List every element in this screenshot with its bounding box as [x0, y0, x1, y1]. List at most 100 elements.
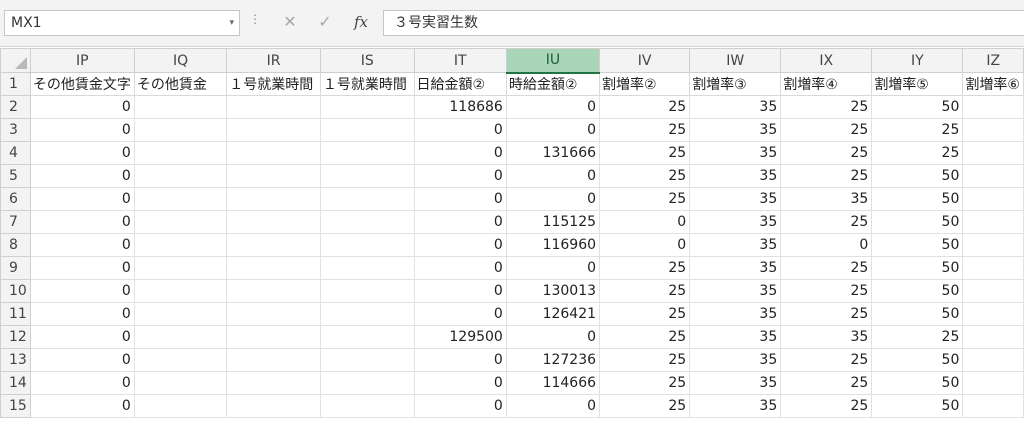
data-cell[interactable]	[319, 233, 415, 257]
row-header[interactable]: 5	[0, 164, 31, 188]
data-cell[interactable]	[226, 394, 321, 418]
data-cell[interactable]	[319, 164, 415, 188]
data-cell[interactable]: 0	[29, 325, 135, 349]
row-header[interactable]: 4	[0, 141, 31, 165]
column-header-iq[interactable]: IQ	[133, 48, 228, 73]
data-cell[interactable]	[319, 394, 415, 418]
data-cell[interactable]	[133, 256, 228, 280]
row-header[interactable]: 10	[0, 279, 31, 303]
data-cell[interactable]	[319, 256, 415, 280]
data-cell[interactable]: 0	[413, 371, 507, 395]
data-cell[interactable]: 0	[413, 233, 507, 257]
data-cell[interactable]: 25	[780, 164, 873, 188]
data-cell[interactable]: 0	[29, 394, 135, 418]
data-cell[interactable]	[962, 302, 1024, 326]
data-cell[interactable]: 0	[505, 118, 601, 142]
header-cell[interactable]: 割増率③	[689, 72, 782, 96]
data-cell[interactable]: 25	[599, 256, 691, 280]
data-cell[interactable]	[319, 141, 415, 165]
row-header[interactable]: 3	[0, 118, 31, 142]
formula-input[interactable]: ３号実習生数	[383, 10, 1024, 36]
data-cell[interactable]: 50	[871, 371, 964, 395]
data-cell[interactable]: 25	[599, 95, 691, 119]
data-cell[interactable]: 0	[29, 256, 135, 280]
data-cell[interactable]: 0	[505, 394, 601, 418]
data-cell[interactable]	[133, 141, 228, 165]
data-cell[interactable]: 25	[780, 256, 873, 280]
data-cell[interactable]: 25	[871, 325, 964, 349]
data-cell[interactable]: 0	[413, 302, 507, 326]
data-cell[interactable]: 35	[689, 141, 782, 165]
data-cell[interactable]: 50	[871, 256, 964, 280]
data-cell[interactable]	[226, 187, 321, 211]
row-header[interactable]: 12	[0, 325, 31, 349]
data-cell[interactable]: 131666	[505, 141, 601, 165]
row-header[interactable]: 2	[0, 95, 31, 119]
header-cell[interactable]: その他賃金	[133, 72, 228, 96]
data-cell[interactable]: 25	[871, 118, 964, 142]
row-header[interactable]: 11	[0, 302, 31, 326]
data-cell[interactable]: 35	[689, 394, 782, 418]
header-cell[interactable]: １号就業時間	[226, 72, 321, 96]
data-cell[interactable]: 25	[599, 187, 691, 211]
data-cell[interactable]: 0	[29, 118, 135, 142]
column-header-iv[interactable]: IV	[599, 48, 691, 73]
data-cell[interactable]: 0	[599, 210, 691, 234]
header-cell[interactable]: 時給金額②	[505, 72, 601, 96]
data-cell[interactable]: 35	[689, 95, 782, 119]
data-cell[interactable]	[319, 279, 415, 303]
data-cell[interactable]: 25	[780, 95, 873, 119]
column-header-iy[interactable]: IY	[871, 48, 964, 73]
data-cell[interactable]	[226, 95, 321, 119]
data-cell[interactable]: 50	[871, 348, 964, 372]
data-cell[interactable]	[962, 325, 1024, 349]
data-cell[interactable]	[962, 95, 1024, 119]
data-cell[interactable]	[962, 348, 1024, 372]
data-cell[interactable]: 25	[780, 141, 873, 165]
data-cell[interactable]	[133, 210, 228, 234]
data-cell[interactable]: 0	[413, 279, 507, 303]
row-header[interactable]: 13	[0, 348, 31, 372]
data-cell[interactable]: 0	[505, 256, 601, 280]
data-cell[interactable]: 25	[780, 279, 873, 303]
data-cell[interactable]: 0	[413, 394, 507, 418]
data-cell[interactable]: 35	[689, 233, 782, 257]
header-cell[interactable]: １号就業時間	[319, 72, 415, 96]
name-box-dropdown-icon[interactable]: ▾	[229, 11, 234, 35]
data-cell[interactable]: 50	[871, 279, 964, 303]
data-cell[interactable]: 0	[413, 141, 507, 165]
data-cell[interactable]: 25	[599, 118, 691, 142]
data-cell[interactable]	[962, 118, 1024, 142]
data-cell[interactable]: 25	[780, 348, 873, 372]
cancel-icon[interactable]: ✕	[279, 11, 301, 33]
row-header[interactable]: 9	[0, 256, 31, 280]
data-cell[interactable]	[319, 325, 415, 349]
data-cell[interactable]: 0	[505, 187, 601, 211]
header-cell[interactable]: 日給金額②	[413, 72, 507, 96]
data-cell[interactable]	[962, 371, 1024, 395]
data-cell[interactable]: 0	[29, 233, 135, 257]
data-cell[interactable]: 25	[599, 302, 691, 326]
data-cell[interactable]: 35	[689, 210, 782, 234]
data-cell[interactable]	[133, 164, 228, 188]
data-cell[interactable]	[133, 325, 228, 349]
data-cell[interactable]: 130013	[505, 279, 601, 303]
row-header[interactable]: 6	[0, 187, 31, 211]
select-all-button[interactable]	[0, 48, 31, 73]
data-cell[interactable]: 0	[599, 233, 691, 257]
data-cell[interactable]	[226, 141, 321, 165]
data-cell[interactable]	[133, 187, 228, 211]
data-cell[interactable]	[962, 394, 1024, 418]
data-cell[interactable]: 50	[871, 394, 964, 418]
data-cell[interactable]: 0	[29, 95, 135, 119]
data-cell[interactable]: 35	[689, 302, 782, 326]
data-cell[interactable]	[133, 348, 228, 372]
data-cell[interactable]: 0	[29, 141, 135, 165]
data-cell[interactable]	[962, 164, 1024, 188]
data-cell[interactable]: 50	[871, 302, 964, 326]
data-cell[interactable]	[962, 279, 1024, 303]
column-header-is[interactable]: IS	[319, 48, 415, 73]
data-cell[interactable]	[226, 164, 321, 188]
data-cell[interactable]: 0	[29, 371, 135, 395]
data-cell[interactable]	[133, 95, 228, 119]
